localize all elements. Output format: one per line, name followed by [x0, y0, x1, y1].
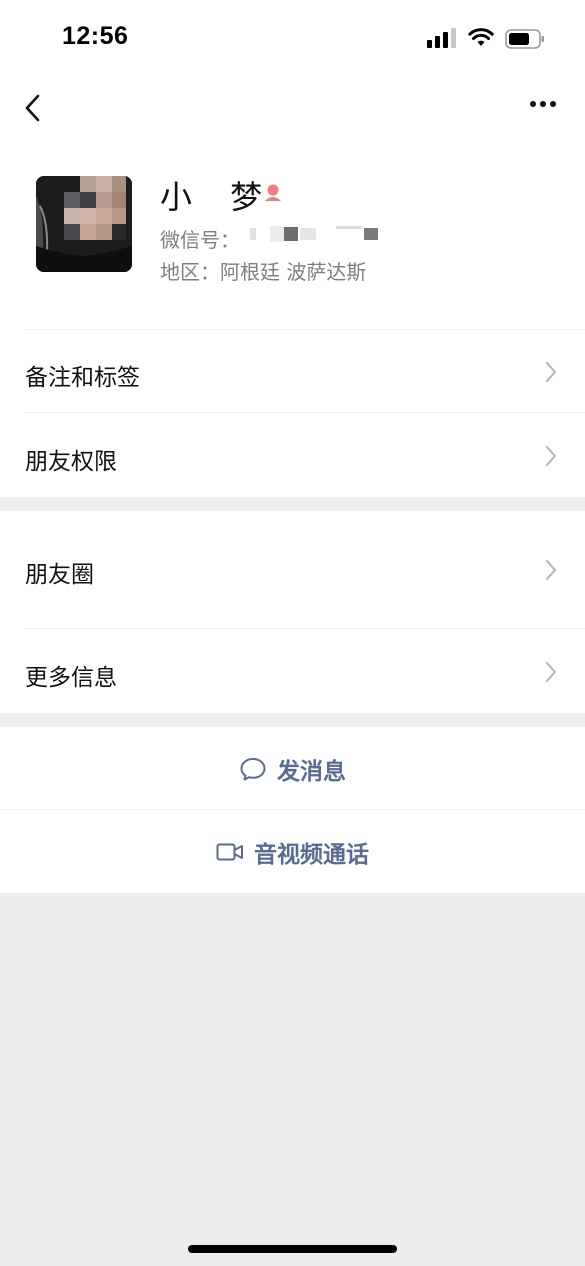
cellular-signal-icon — [427, 28, 456, 48]
region-info: 地区：阿根廷 波萨达斯 — [160, 256, 366, 285]
more-options-icon[interactable] — [524, 94, 564, 114]
remarks-and-tags-label: 备注和标签 — [25, 365, 140, 391]
send-message-label: 发消息 — [277, 758, 346, 785]
profile-header: 小 梦 微信号： 地区：阿根廷 波萨达斯 — [0, 140, 585, 330]
video-call-label: 音视频通话 — [254, 841, 369, 868]
region-label: 地区： — [160, 260, 220, 284]
home-indicator — [188, 1245, 397, 1253]
back-icon[interactable] — [20, 90, 50, 126]
more-info-label: 更多信息 — [25, 665, 117, 691]
battery-icon — [505, 29, 544, 49]
status-bar: 12:56 — [0, 0, 585, 78]
chevron-right-icon — [546, 662, 556, 682]
wechat-id-label: 微信号： — [160, 228, 240, 252]
chat-bubble-icon — [240, 757, 266, 780]
chevron-right-icon — [546, 560, 556, 580]
wechat-id-redacted — [250, 226, 378, 242]
display-name: 小 梦 — [160, 178, 277, 216]
more-info-cell[interactable]: 更多信息 — [0, 629, 585, 713]
video-call-content: 音视频通话 — [0, 810, 585, 893]
female-gender-icon — [265, 184, 281, 201]
friend-permissions-cell[interactable]: 朋友权限 — [0, 413, 585, 497]
video-camera-icon — [216, 843, 243, 860]
status-time: 12:56 — [62, 22, 129, 50]
send-message-button[interactable]: 发消息 — [0, 727, 585, 810]
chevron-right-icon — [546, 446, 556, 466]
wifi-icon — [468, 28, 494, 46]
moments-cell[interactable]: 朋友圈 — [0, 511, 585, 629]
nav-bar — [0, 78, 585, 140]
video-call-button[interactable]: 音视频通话 — [0, 810, 585, 893]
chevron-right-icon — [546, 362, 556, 382]
remarks-and-tags-cell[interactable]: 备注和标签 — [0, 330, 585, 413]
send-message-content: 发消息 — [0, 727, 585, 810]
friend-permissions-label: 朋友权限 — [25, 449, 117, 475]
avatar[interactable] — [36, 176, 132, 272]
region-value: 阿根廷 波萨达斯 — [220, 260, 367, 284]
moments-label: 朋友圈 — [25, 562, 94, 588]
